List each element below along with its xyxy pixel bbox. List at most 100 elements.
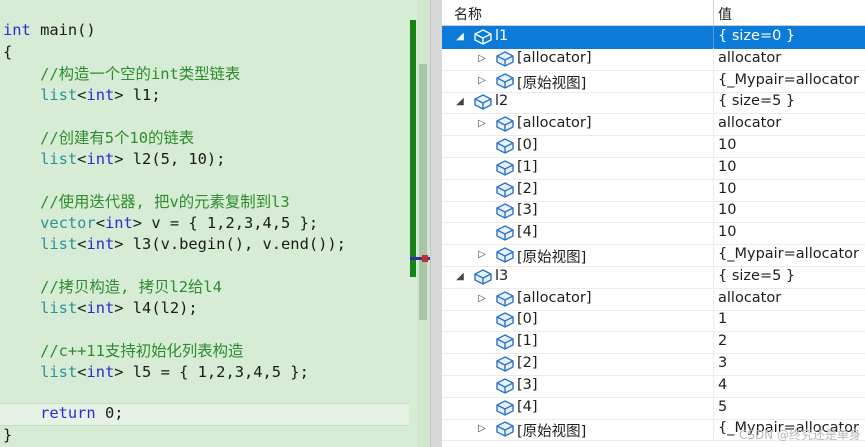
watch-item-value[interactable]: {_Mypair=allocator } (718, 72, 865, 88)
row-column-divider (713, 222, 714, 245)
row-column-divider (713, 91, 714, 114)
code-line: return 0; (3, 403, 123, 424)
watch-item-name: [allocator] (517, 49, 592, 66)
code-line: //创建有5个10的链表 (3, 128, 194, 149)
watch-row-2[interactable]: [2] 10 (442, 178, 865, 202)
watch-row-0[interactable]: [0] 10 (442, 135, 865, 158)
expanded-triangle-icon[interactable]: ◢ (454, 30, 466, 44)
watch-row-allocator[interactable]: ▷ [allocator] allocator (442, 287, 865, 311)
watch-row-2[interactable]: [2] 3 (442, 353, 865, 376)
code-line: list<int> l4(l2); (3, 298, 198, 319)
watch-item-value[interactable]: 10 (718, 137, 736, 153)
watch-row-1[interactable]: [1] 2 (442, 331, 865, 355)
change-tracking-bar (410, 20, 416, 277)
watch-item-value[interactable]: 4 (718, 377, 727, 393)
watch-row-3[interactable]: [3] 4 (442, 374, 865, 398)
code-token: int (86, 86, 115, 104)
watch-row-l3[interactable]: ◢ l3 { size=5 } (442, 265, 865, 289)
watermark: CSDN @终究还是单身 (738, 428, 861, 442)
watch-item-value[interactable]: 1 (718, 311, 727, 327)
code-token: main() (30, 21, 96, 39)
code-token: list (40, 363, 78, 381)
watch-item-name: [2] (517, 180, 538, 197)
variable-cube-icon (496, 181, 514, 198)
code-token: { (3, 43, 13, 61)
watch-row-3[interactable]: [3] 10 (442, 200, 865, 224)
watch-row-l2[interactable]: ◢ l2 { size=5 } (442, 91, 865, 115)
watch-item-value[interactable]: {_Mypair=allocator } (718, 246, 865, 262)
watch-item-value[interactable]: { size=0 } (718, 28, 795, 44)
watch-item-name: [allocator] (517, 289, 592, 306)
variable-cube-icon (496, 334, 514, 350)
watch-item-value[interactable]: 5 (718, 399, 727, 415)
watch-row-原始视图[interactable]: ▷ [原始视图] {_Mypair=allocator } (442, 244, 865, 267)
variable-cube-icon (474, 29, 492, 45)
row-column-divider (713, 69, 714, 92)
column-header-name[interactable]: 名称 (454, 4, 482, 24)
row-column-divider (713, 156, 714, 179)
collapsed-triangle-icon[interactable]: ▷ (476, 292, 488, 306)
watch-row-4[interactable]: [4] 5 (442, 396, 865, 420)
watch-item-value[interactable]: allocator (718, 290, 781, 306)
expanded-triangle-icon[interactable]: ◢ (454, 270, 466, 284)
code-token: int (86, 235, 115, 253)
code-token: int (104, 214, 133, 232)
watch-item-value[interactable]: 10 (718, 181, 736, 197)
watch-row-1[interactable]: [1] 10 (442, 156, 865, 180)
watch-row-allocator[interactable]: ▷ [allocator] allocator (442, 47, 865, 71)
watch-item-value[interactable]: { size=5 } (718, 268, 795, 284)
code-editor[interactable]: int main(){ //构造一个空的int类型链表 list<int> l1… (0, 0, 430, 447)
watch-item-value[interactable]: 10 (718, 202, 736, 218)
variable-cube-icon (496, 203, 514, 220)
watch-item-value[interactable]: allocator (718, 50, 781, 66)
code-token: //创建有5个10的链表 (3, 129, 195, 147)
row-column-divider (713, 396, 714, 419)
watch-row-allocator[interactable]: ▷ [allocator] allocator (442, 113, 865, 137)
watch-header: 名称 值 (442, 0, 865, 26)
collapsed-triangle-icon[interactable]: ▷ (476, 422, 488, 436)
watch-item-value[interactable]: 10 (718, 159, 736, 175)
collapsed-triangle-icon[interactable]: ▷ (476, 117, 488, 131)
watch-row-0[interactable]: [0] 1 (442, 309, 865, 333)
watch-row-原始视图[interactable]: ▷ [原始视图] {_Mypair=allocator } (442, 69, 865, 93)
watch-item-value[interactable]: 3 (718, 355, 727, 371)
collapsed-triangle-icon[interactable]: ▷ (476, 52, 488, 66)
watch-item-name: [2] (517, 355, 538, 371)
watch-item-value[interactable]: 10 (718, 224, 736, 240)
variable-cube-icon (496, 290, 514, 307)
variable-cube-icon (496, 116, 514, 132)
variable-cube-icon (496, 312, 514, 329)
watch-item-value[interactable]: { size=5 } (718, 93, 795, 109)
code-token: //使用迭代器, 把v的元素复制到l3 (3, 193, 290, 211)
collapsed-triangle-icon[interactable]: ▷ (476, 74, 488, 88)
variable-cube-icon (496, 421, 514, 438)
column-header-value[interactable]: 值 (718, 4, 732, 24)
expanded-triangle-icon[interactable]: ◢ (454, 95, 466, 109)
watch-item-name: [1] (517, 158, 538, 175)
row-column-divider (713, 353, 714, 375)
watch-item-name: [1] (517, 333, 538, 350)
code-token: < (95, 214, 105, 232)
variable-cube-icon (474, 269, 492, 285)
editor-scroll-thumb[interactable] (419, 64, 427, 320)
code-token: vector (40, 214, 96, 232)
code-line: //使用迭代器, 把v的元素复制到l3 (3, 192, 290, 213)
code-line: //构造一个空的int类型链表 (3, 64, 240, 85)
watch-item-value[interactable]: allocator (718, 115, 781, 131)
column-divider[interactable] (713, 0, 714, 25)
watch-item-name: [原始视图] (517, 75, 587, 92)
code-line: { (3, 42, 12, 63)
watch-row-4[interactable]: [4] 10 (442, 222, 865, 246)
variable-cube-icon (496, 378, 514, 394)
watch-item-value[interactable]: 2 (718, 333, 727, 349)
code-line: list<int> l3(v.begin(), v.end()); (3, 234, 346, 255)
collapsed-triangle-icon[interactable]: ▷ (476, 248, 488, 262)
code-token: > l1; (114, 86, 161, 104)
watch-item-name: [原始视图] (517, 250, 587, 266)
watch-row-l1[interactable]: ◢ l1 { size=0 } (442, 26, 865, 49)
